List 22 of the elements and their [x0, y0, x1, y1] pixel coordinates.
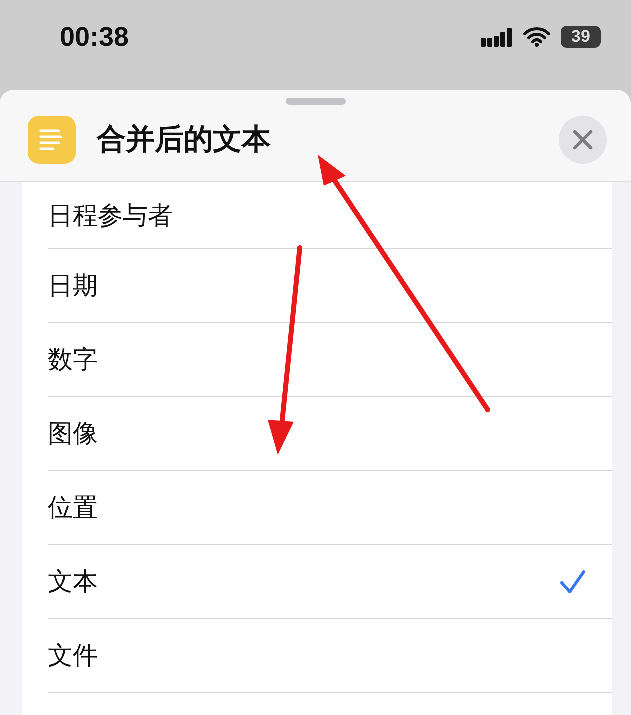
item-label: 日程参与者 [48, 200, 173, 232]
signal-icon [481, 27, 513, 47]
close-button[interactable] [559, 116, 607, 164]
list-row[interactable]: 文本 [48, 545, 612, 619]
item-label: 文本 [48, 566, 98, 598]
grab-handle[interactable] [286, 98, 346, 105]
item-label: 图像 [48, 418, 98, 450]
text-lines-icon [28, 116, 76, 164]
list-row[interactable]: 日期 [48, 249, 612, 323]
battery-indicator: 39 [561, 26, 601, 48]
list-row[interactable]: 位置 [48, 471, 612, 545]
status-time: 00:38 [60, 22, 130, 53]
item-label: 位置 [48, 492, 98, 524]
list-row[interactable]: 文件 [48, 619, 612, 693]
wifi-icon [523, 27, 551, 47]
item-label: 文件 [48, 640, 98, 672]
close-icon [572, 128, 594, 150]
item-label: 数字 [48, 344, 98, 376]
list-row[interactable]: 数字 [48, 323, 612, 397]
sheet-title: 合并后的文本 [97, 120, 272, 158]
item-label: 日期 [48, 270, 98, 302]
list-row[interactable]: 日程参与者 [48, 182, 612, 249]
